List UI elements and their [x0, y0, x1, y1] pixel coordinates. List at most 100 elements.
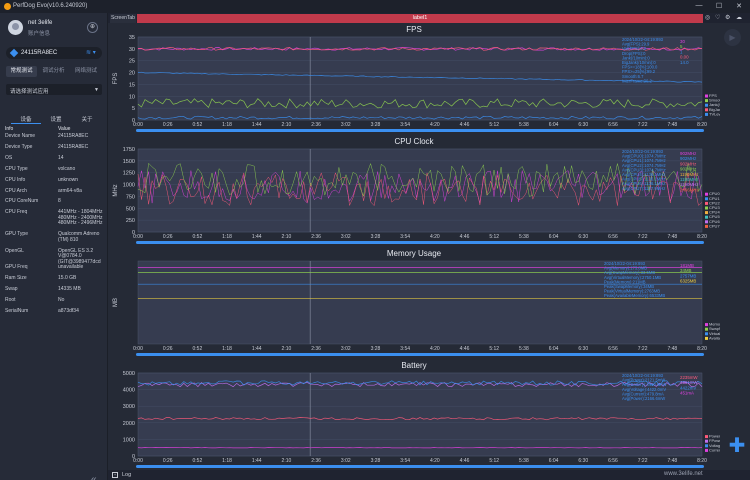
log-label[interactable]: Log	[122, 472, 131, 478]
summary-stat: Peak(AvailableMemory):6533MB	[604, 293, 665, 298]
y-tick-label: 500	[126, 206, 135, 212]
legend-swatch[interactable]	[705, 103, 708, 107]
info-value: unavailable	[58, 264, 84, 271]
legend-swatch[interactable]	[705, 439, 708, 443]
time-range-scrollbar[interactable]	[136, 465, 704, 468]
x-tick-label: 1:44	[252, 458, 262, 464]
legend-swatch[interactable]	[705, 192, 708, 196]
mode-tabs: 常规测试 调试分析 网络测试	[6, 66, 102, 77]
legend-swatch[interactable]	[705, 327, 708, 331]
legend-swatch[interactable]	[705, 112, 708, 116]
collapse-sidebar-icon[interactable]: «	[91, 474, 97, 480]
tab-device[interactable]: 设备	[11, 115, 41, 124]
chart-title: Battery	[401, 361, 426, 370]
tab-settings[interactable]: 设置	[41, 115, 71, 123]
settings-circle-button[interactable]: ⊕	[87, 22, 98, 33]
y-tick-label: 1500	[123, 159, 135, 165]
y-tick-label: 5000	[123, 371, 135, 377]
legend-swatch[interactable]	[705, 108, 708, 112]
x-tick-label: 0:26	[163, 458, 173, 464]
legend-swatch[interactable]	[705, 215, 708, 219]
x-tick-label: 7:22	[638, 234, 648, 240]
x-tick-label: 5:12	[489, 234, 499, 240]
user-status[interactable]: 账户信息	[28, 29, 50, 37]
y-tick-label: 5	[132, 106, 135, 112]
play-icon[interactable]: ▶	[724, 29, 741, 46]
legend-swatch[interactable]	[705, 197, 708, 201]
device-selector[interactable]: 24115RA8EC ≋ ▾	[6, 47, 102, 59]
x-tick-label: 7:48	[667, 346, 677, 352]
info-key: OS	[5, 154, 13, 161]
info-key: CPU Info	[5, 176, 26, 183]
location-icon[interactable]: ◎	[705, 14, 710, 21]
legend-swatch[interactable]	[705, 444, 708, 448]
time-range-scrollbar[interactable]	[136, 241, 704, 244]
x-tick-label: 6:56	[608, 122, 618, 128]
x-tick-label: 4:46	[460, 122, 470, 128]
legend-swatch[interactable]	[705, 206, 708, 210]
legend-swatch[interactable]	[705, 220, 708, 224]
app-select-placeholder: 请选择测试应用	[10, 89, 49, 95]
legend-swatch[interactable]	[705, 211, 708, 215]
app-select[interactable]: 请选择测试应用 ▼	[6, 84, 102, 95]
legend-value: 2496MHz	[680, 187, 699, 192]
chart-title: FPS	[406, 25, 422, 34]
info-key: CPU Type	[5, 165, 28, 172]
tab-label1[interactable]: label1	[137, 14, 703, 23]
y-tick-label: 25	[129, 59, 135, 65]
cloud-icon[interactable]: ☁	[736, 14, 742, 21]
x-tick-label: 3:02	[341, 122, 351, 128]
legend-label[interactable]: Current	[709, 447, 720, 452]
pin-icon[interactable]: ♡	[715, 14, 720, 21]
x-tick-label: 0:52	[193, 122, 203, 128]
time-range-scrollbar[interactable]	[136, 129, 704, 132]
tab-normal-test[interactable]: 常规测试	[6, 66, 37, 77]
x-tick-label: 5:12	[489, 122, 499, 128]
legend-swatch[interactable]	[705, 332, 708, 336]
x-tick-label: 2:10	[282, 234, 292, 240]
y-tick-label: 4000	[123, 388, 135, 394]
avatar[interactable]	[8, 20, 23, 35]
legend-label[interactable]: TVLevelFPS	[709, 111, 720, 116]
x-tick-label: 0:52	[193, 458, 203, 464]
settings-icon[interactable]: ⚙	[725, 14, 730, 21]
tab-about[interactable]: 关于	[72, 115, 102, 123]
tab-debug-analysis[interactable]: 调试分析	[38, 66, 69, 77]
legend-label[interactable]: CPU7	[709, 223, 720, 228]
log-toggle-icon[interactable]: +	[112, 472, 118, 478]
chart-2: Memory Usage MB 0:00 0:26 0:52 1:18 1:44 2:10 2:…	[113, 249, 720, 356]
tab-network-test[interactable]: 网络测试	[70, 66, 102, 77]
add-icon[interactable]: ✚	[727, 436, 747, 456]
y-tick-label: 1000	[123, 437, 135, 443]
legend-swatch[interactable]	[705, 94, 708, 98]
info-key: Root	[5, 297, 16, 304]
summary-stat: Avg(Power):2166.6mW	[622, 396, 665, 401]
y-tick-label: 15	[129, 82, 135, 88]
y-tick-label: 3000	[123, 404, 135, 410]
legend-swatch[interactable]	[705, 336, 708, 340]
legend-swatch[interactable]	[705, 99, 708, 103]
summary-stat: Avg(CPU7):1187.9MHz	[622, 186, 665, 191]
maximize-button[interactable]: ☐	[712, 2, 726, 10]
legend-label[interactable]: AvailableMemory	[709, 335, 720, 340]
plot-background[interactable]	[137, 148, 703, 233]
legend-swatch[interactable]	[705, 435, 708, 439]
close-button[interactable]: ✕	[732, 2, 746, 10]
legend-swatch[interactable]	[705, 224, 708, 228]
minimize-button[interactable]: —	[692, 2, 706, 9]
legend-swatch[interactable]	[705, 323, 708, 327]
time-range-scrollbar[interactable]	[136, 353, 704, 356]
x-tick-label: 6:30	[578, 234, 588, 240]
tab-screen[interactable]: ScreenTab	[110, 14, 136, 23]
bottom-bar: + Log	[108, 470, 750, 480]
x-tick-label: 6:56	[608, 234, 618, 240]
legend-value: 451mA	[680, 391, 694, 396]
summary-stat: InterFrame:30.2	[622, 78, 652, 83]
legend-swatch[interactable]	[705, 448, 708, 452]
x-tick-label: 3:54	[400, 234, 410, 240]
x-tick-label: 6:56	[608, 346, 618, 352]
y-tick-label: 10	[129, 94, 135, 100]
legend-swatch[interactable]	[705, 201, 708, 205]
info-value: 14335 MB	[58, 286, 81, 293]
x-tick-label: 2:36	[311, 234, 321, 240]
